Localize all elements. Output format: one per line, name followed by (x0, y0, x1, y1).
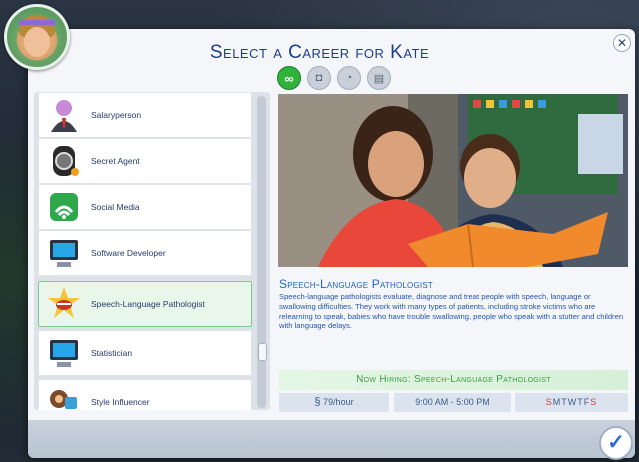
salaryperson-icon (51, 100, 77, 132)
infinity-filter-button[interactable]: ∞ (277, 66, 301, 90)
speech-language-icon (48, 287, 80, 318)
style-influencer-icon (50, 390, 77, 409)
career-label: Secret Agent (91, 156, 140, 166)
day-monday: M (552, 397, 562, 407)
avatar-headband (19, 20, 55, 25)
infinity-icon: ∞ (284, 70, 294, 86)
dialog-footer (28, 420, 635, 458)
simoleon-icon: § (314, 396, 321, 408)
dialog-title: Select a Career for Kate (209, 42, 430, 63)
social-media-icon (50, 193, 78, 221)
career-label: Social Media (91, 202, 140, 212)
camera-filter-button[interactable]: ◘ (307, 66, 331, 90)
statistician-icon (50, 340, 78, 367)
day-sunday: S (545, 397, 553, 407)
work-hours: 9:00 AM - 5:00 PM (394, 393, 511, 412)
clock-icon: ◔ (345, 72, 353, 84)
career-item-software-developer[interactable]: Software Developer (38, 230, 252, 276)
career-item-style-influencer[interactable]: Style Influencer (38, 379, 252, 410)
career-item-speech-language-pathologist[interactable]: Speech-Language Pathologist (38, 281, 252, 327)
scrollbar-thumb[interactable] (258, 343, 267, 361)
career-label: Speech-Language Pathologist (91, 299, 205, 309)
software-developer-icon (50, 240, 78, 267)
career-item-secret-agent[interactable]: Secret Agent (38, 138, 252, 184)
career-label: Statistician (91, 348, 133, 358)
career-list[interactable]: Salaryperson Secret Agent Social Media S… (34, 92, 270, 410)
day-wednesday: W (567, 397, 578, 407)
career-label: Salaryperson (91, 110, 142, 120)
career-item-salaryperson[interactable]: Salaryperson (38, 92, 252, 138)
career-item-statistician[interactable]: Statistician (38, 330, 252, 376)
career-photo (278, 94, 628, 267)
career-list-scrollbar[interactable] (257, 96, 266, 408)
confirm-button[interactable]: ✓ (599, 426, 633, 460)
pay-value: 79/hour (323, 397, 354, 407)
career-label: Style Influencer (91, 397, 150, 407)
close-button[interactable]: ✕ (613, 34, 631, 52)
now-hiring-banner: Now Hiring: Speech-Language Pathologist (279, 370, 628, 390)
clock-filter-button[interactable]: ◔ (337, 66, 361, 90)
folders-filter-button[interactable]: ▤ (367, 66, 391, 90)
career-title: Speech-Language Pathologist (279, 277, 433, 291)
career-filter-bar: ∞ ◘ ◔ ▤ (277, 66, 391, 90)
career-description: Speech-language pathologists evaluate, d… (279, 292, 624, 331)
day-saturday: S (590, 397, 598, 407)
pay-rate: § 79/hour (279, 393, 389, 412)
career-item-social-media[interactable]: Social Media (38, 184, 252, 230)
camera-icon: ◘ (315, 72, 323, 84)
secret-agent-icon (53, 146, 79, 176)
work-days: SMTWTFS (515, 393, 628, 412)
folders-icon: ▤ (373, 72, 385, 85)
career-label: Software Developer (91, 248, 166, 258)
